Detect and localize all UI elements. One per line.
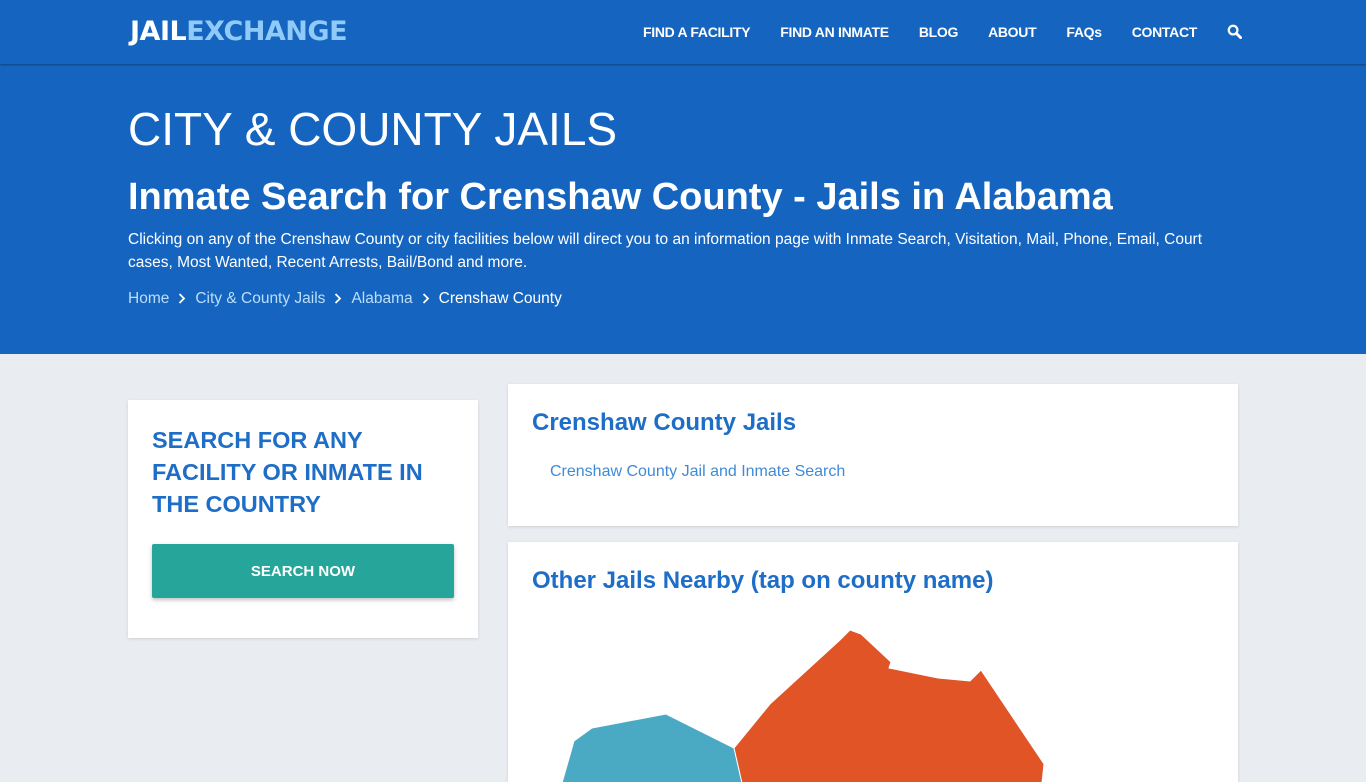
page-description: Clicking on any of the Crenshaw County o…: [128, 231, 1203, 271]
breadcrumb-alabama[interactable]: Alabama: [351, 290, 412, 308]
search-now-button[interactable]: SEARCH NOW: [152, 544, 454, 598]
breadcrumb-home[interactable]: Home: [128, 290, 169, 308]
jail-link[interactable]: Crenshaw County Jail and Inmate Search: [550, 463, 845, 481]
chevron-right-icon: [178, 292, 186, 307]
nav-about[interactable]: ABOUT: [988, 24, 1037, 40]
county-jails-title: Crenshaw County Jails: [532, 409, 797, 436]
nearby-jails-title: Other Jails Nearby (tap on county name): [532, 567, 994, 594]
top-navbar: JAILEXCHANGE FIND A FACILITY FIND AN INM…: [0, 0, 1366, 64]
chevron-right-icon: [334, 292, 342, 307]
nav-contact[interactable]: CONTACT: [1132, 24, 1198, 40]
nav-find-an-inmate[interactable]: FIND AN INMATE: [780, 24, 889, 40]
breadcrumb-city-county-jails[interactable]: City & County Jails: [195, 290, 325, 308]
nav-faqs[interactable]: FAQs: [1066, 24, 1102, 40]
county-jails-card: Crenshaw County Jails Crenshaw County Ja…: [508, 384, 1238, 526]
main-nav: FIND A FACILITY FIND AN INMATE BLOG ABOU…: [643, 0, 1243, 64]
page-title: Inmate Search for Crenshaw County - Jail…: [128, 176, 1113, 218]
search-promo-heading: SEARCH FOR ANY FACILITY OR INMATE IN THE…: [152, 427, 423, 517]
logo-part-exchange: EXCHANGE: [186, 16, 348, 47]
nav-find-a-facility[interactable]: FIND A FACILITY: [643, 24, 751, 40]
section-title: CITY & COUNTY JAILS: [128, 103, 618, 155]
county-region-west[interactable]: [561, 713, 743, 782]
search-promo-card: SEARCH FOR ANY FACILITY OR INMATE IN THE…: [128, 400, 478, 638]
county-region-center[interactable]: [733, 629, 1045, 782]
breadcrumb: Home City & County Jails Alabama Crensha…: [128, 290, 562, 308]
nav-blog[interactable]: BLOG: [919, 24, 959, 40]
search-icon[interactable]: [1227, 24, 1243, 40]
logo-part-jail: JAIL: [130, 16, 187, 47]
site-logo[interactable]: JAILEXCHANGE: [130, 16, 348, 48]
breadcrumb-current: Crenshaw County: [438, 290, 562, 307]
chevron-right-icon: [422, 292, 430, 307]
nearby-jails-card: Other Jails Nearby (tap on county name): [508, 542, 1238, 782]
hero-banner: CITY & COUNTY JAILS Inmate Search for Cr…: [0, 64, 1366, 354]
